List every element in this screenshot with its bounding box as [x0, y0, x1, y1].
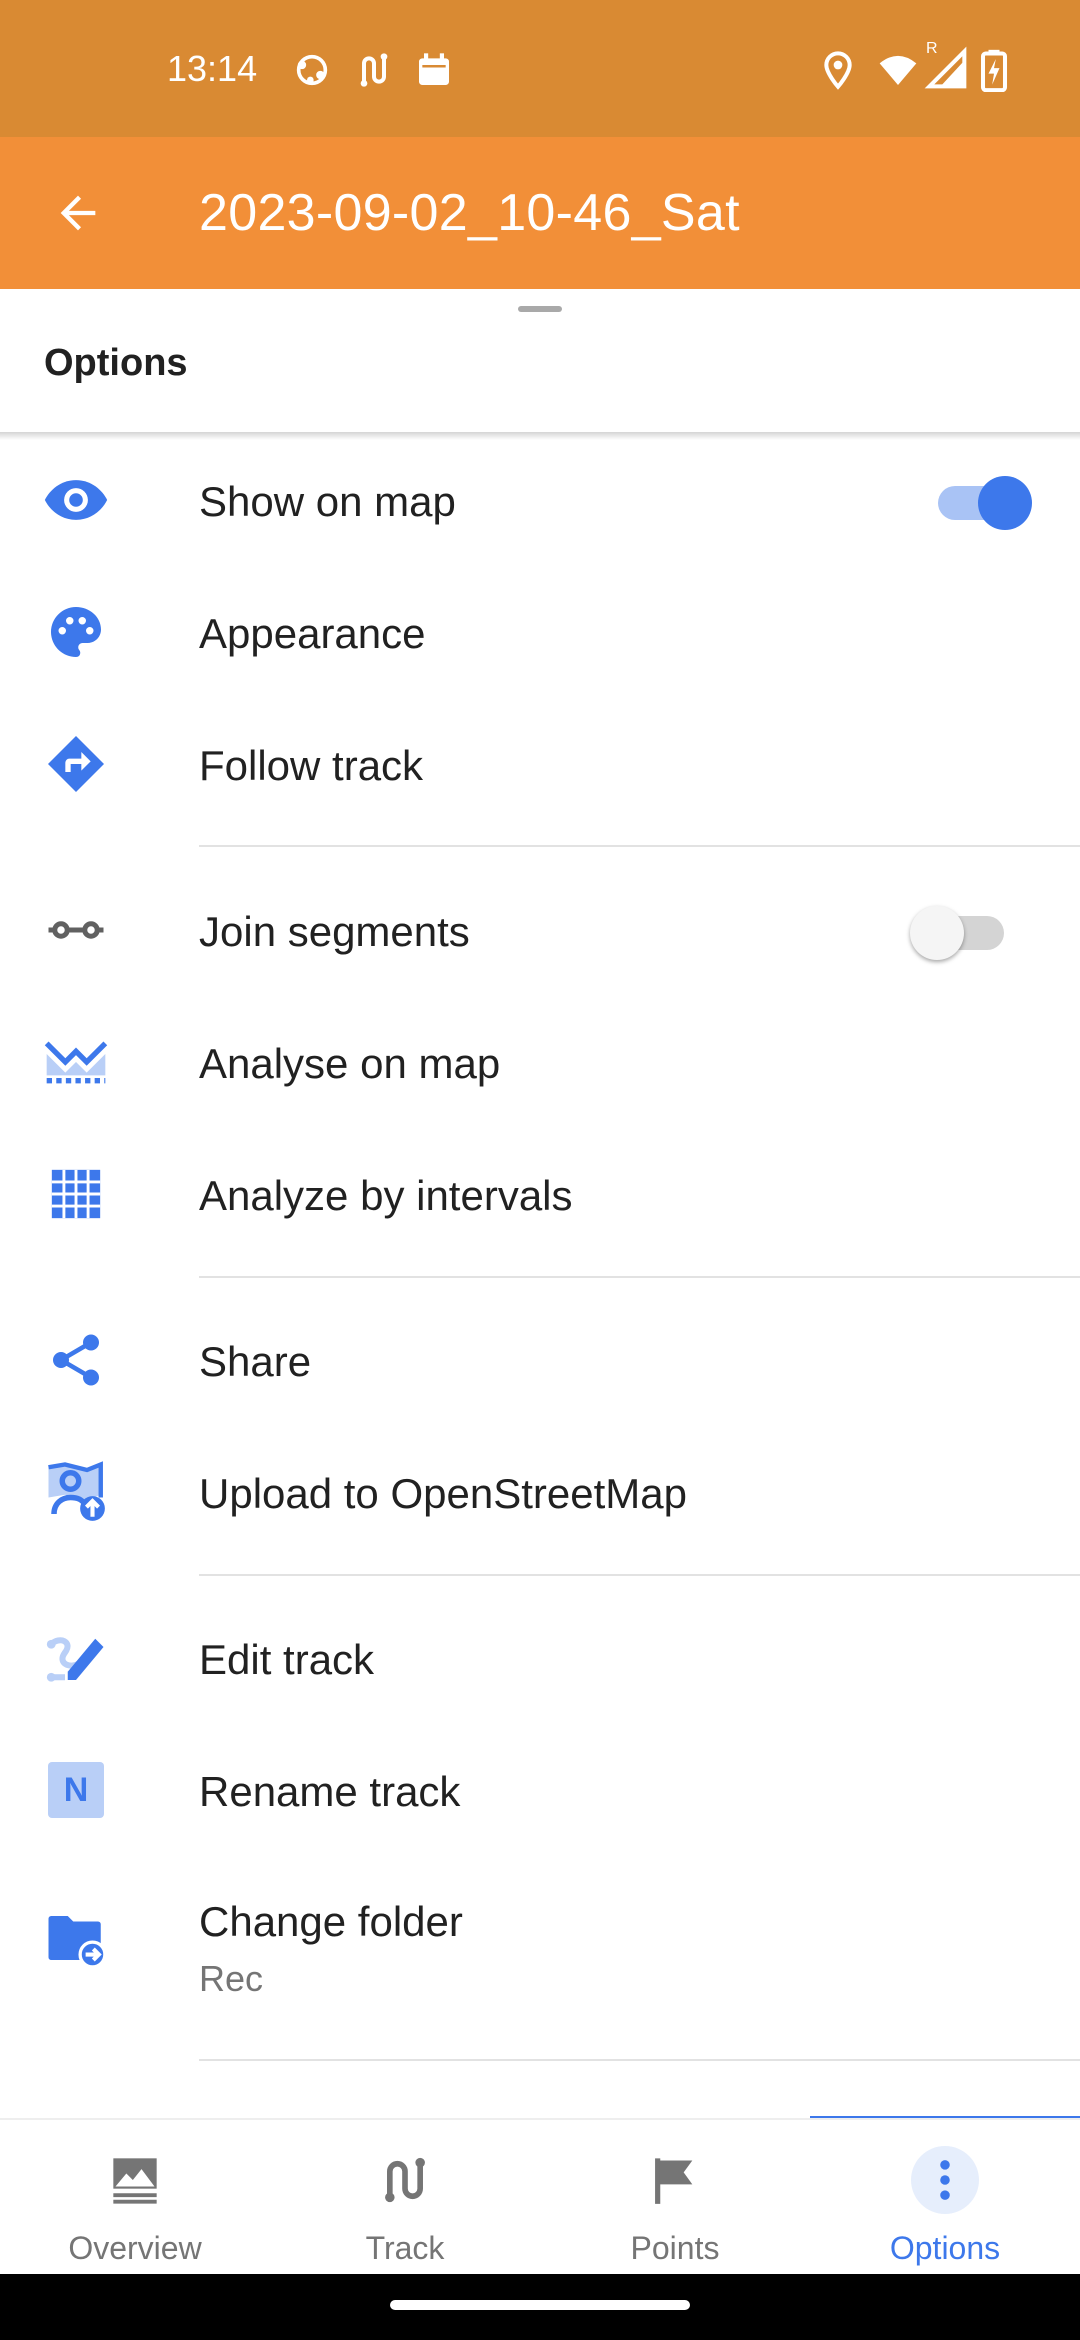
change-folder-current: Rec	[199, 1958, 264, 1999]
option-follow-track[interactable]: Follow track	[0, 698, 1080, 830]
bottom-navigation: Overview Track Points Options	[0, 2118, 1080, 2274]
flag-icon	[641, 2146, 709, 2214]
system-navigation-bar	[0, 2274, 1080, 2340]
tab-track-label: Track	[365, 2230, 445, 2266]
analyze-by-intervals-label: Analyze by intervals	[199, 1172, 573, 1219]
tab-overview[interactable]: Overview	[0, 2120, 270, 2276]
analyse-on-map-label: Analyse on map	[199, 1040, 501, 1087]
app-bar: 2023-09-02_10-46_Sat	[0, 137, 1080, 289]
rename-icon-letter: N	[48, 1762, 104, 1818]
signal-roaming-label: R	[926, 40, 938, 57]
status-bar: 13:14 R	[0, 0, 1080, 137]
join-segments-label: Join segments	[199, 908, 470, 955]
tab-points-label: Points	[630, 2230, 720, 2266]
tab-overview-label: Overview	[68, 2230, 202, 2266]
tab-options-label: Options	[889, 2230, 1001, 2266]
battery-charging-icon	[980, 49, 1008, 92]
back-button[interactable]	[36, 171, 120, 255]
option-show-on-map[interactable]: Show on map	[0, 434, 1080, 566]
segments-icon	[40, 894, 112, 966]
edit-track-icon	[40, 1622, 112, 1694]
tab-track[interactable]: Track	[270, 2120, 540, 2276]
option-edit-track[interactable]: Edit track	[0, 1592, 1080, 1724]
grid-icon	[40, 1158, 112, 1230]
palette-icon	[40, 596, 112, 668]
section-divider	[199, 1574, 1080, 1576]
chart-area-icon	[40, 1026, 112, 1098]
section-divider	[199, 2059, 1080, 2061]
edit-track-label: Edit track	[199, 1636, 375, 1683]
arrow-back-icon	[60, 195, 96, 231]
status-time: 13:14	[167, 48, 258, 89]
tab-options[interactable]: Options	[810, 2120, 1080, 2276]
sheet-drag-handle[interactable]	[518, 306, 562, 312]
option-appearance[interactable]: Appearance	[0, 566, 1080, 698]
sheet-title: Options	[44, 342, 188, 384]
show-on-map-label: Show on map	[199, 478, 456, 525]
tab-points[interactable]: Points	[540, 2120, 810, 2276]
show-on-map-toggle[interactable]	[938, 472, 1032, 530]
share-label: Share	[199, 1338, 312, 1385]
share-icon	[40, 1324, 112, 1396]
appearance-label: Appearance	[199, 610, 426, 657]
option-change-folder[interactable]: Change folder Rec	[0, 1856, 1080, 2026]
route-icon	[371, 2146, 439, 2214]
option-rename-track[interactable]: N Rename track	[0, 1724, 1080, 1856]
image-landscape-icon	[101, 2146, 169, 2214]
track-title: 2023-09-02_10-46_Sat	[199, 184, 740, 242]
upload-to-osm-label: Upload to OpenStreetMap	[199, 1470, 687, 1517]
option-analyse-on-map[interactable]: Analyse on map	[0, 996, 1080, 1128]
osm-upload-icon	[40, 1456, 112, 1528]
calendar-icon	[419, 53, 449, 85]
option-upload-to-osm[interactable]: Upload to OpenStreetMap	[0, 1426, 1080, 1558]
option-analyze-by-intervals[interactable]: Analyze by intervals	[0, 1128, 1080, 1260]
vpn-globe-icon	[296, 54, 328, 86]
option-join-segments[interactable]: Join segments	[0, 864, 1080, 996]
folder-move-icon	[40, 1902, 112, 1974]
change-folder-label: Change folder	[199, 1898, 463, 1945]
section-divider	[199, 845, 1080, 847]
rename-n-icon: N	[40, 1754, 112, 1826]
section-divider	[199, 1276, 1080, 1278]
follow-track-label: Follow track	[199, 742, 424, 789]
more-vert-icon	[911, 2146, 979, 2214]
signal-icon: R	[924, 40, 968, 90]
eye-icon	[40, 464, 112, 536]
home-gesture-handle[interactable]	[390, 2300, 690, 2310]
option-share[interactable]: Share	[0, 1294, 1080, 1426]
join-segments-toggle[interactable]	[910, 902, 1008, 960]
location-icon	[824, 51, 852, 90]
directions-icon	[40, 728, 112, 800]
wifi-icon	[879, 55, 917, 85]
rename-track-label: Rename track	[199, 1768, 461, 1815]
route-icon	[360, 53, 388, 87]
